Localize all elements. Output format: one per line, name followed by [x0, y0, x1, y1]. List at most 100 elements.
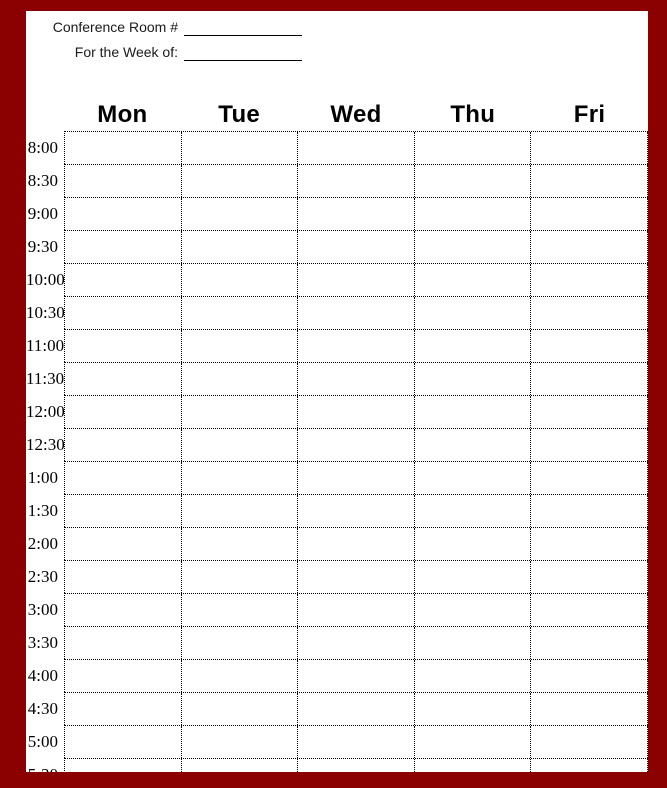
schedule-slot-mon-12-00[interactable] — [65, 396, 182, 428]
schedule-slot-thu-10-30[interactable] — [414, 297, 532, 329]
schedule-slot-fri-8-30[interactable] — [531, 165, 648, 197]
schedule-row: 11:30 — [26, 362, 648, 395]
schedule-slot-wed-2-30[interactable] — [298, 561, 415, 593]
schedule-slot-fri-11-30[interactable] — [531, 363, 648, 395]
schedule-slot-fri-11-00[interactable] — [531, 330, 648, 362]
schedule-slot-wed-12-00[interactable] — [298, 396, 415, 428]
schedule-slot-wed-9-00[interactable] — [298, 198, 415, 230]
schedule-slot-mon-12-30[interactable] — [65, 429, 182, 461]
schedule-slot-fri-3-00[interactable] — [531, 594, 648, 626]
schedule-slot-mon-4-00[interactable] — [65, 660, 182, 692]
schedule-slot-wed-3-00[interactable] — [298, 594, 415, 626]
schedule-slot-thu-10-00[interactable] — [414, 264, 532, 296]
schedule-slot-wed-9-30[interactable] — [298, 231, 415, 263]
schedule-slot-fri-2-00[interactable] — [531, 528, 648, 560]
schedule-slot-tue-1-30[interactable] — [181, 495, 299, 527]
schedule-slot-fri-12-30[interactable] — [531, 429, 648, 461]
schedule-slot-fri-9-30[interactable] — [531, 231, 648, 263]
schedule-slot-mon-10-00[interactable] — [65, 264, 182, 296]
schedule-slot-thu-11-00[interactable] — [414, 330, 532, 362]
schedule-slot-wed-12-30[interactable] — [298, 429, 415, 461]
schedule-slot-thu-4-30[interactable] — [414, 693, 532, 725]
schedule-slot-tue-11-00[interactable] — [181, 330, 299, 362]
schedule-slot-mon-10-30[interactable] — [65, 297, 182, 329]
schedule-slot-tue-2-30[interactable] — [181, 561, 299, 593]
schedule-slot-fri-1-00[interactable] — [531, 462, 648, 494]
schedule-slot-tue-9-30[interactable] — [181, 231, 299, 263]
schedule-slot-mon-4-30[interactable] — [65, 693, 182, 725]
schedule-slot-tue-12-30[interactable] — [181, 429, 299, 461]
schedule-slot-wed-10-00[interactable] — [298, 264, 415, 296]
schedule-slot-thu-8-00[interactable] — [414, 132, 532, 164]
schedule-slot-tue-5-00[interactable] — [181, 726, 299, 758]
schedule-slot-thu-12-30[interactable] — [414, 429, 532, 461]
schedule-slot-fri-4-00[interactable] — [531, 660, 648, 692]
schedule-slot-mon-9-30[interactable] — [65, 231, 182, 263]
schedule-slot-mon-1-00[interactable] — [65, 462, 182, 494]
schedule-slot-mon-3-00[interactable] — [65, 594, 182, 626]
schedule-slot-wed-2-00[interactable] — [298, 528, 415, 560]
schedule-slot-thu-3-00[interactable] — [414, 594, 532, 626]
schedule-slot-thu-9-00[interactable] — [414, 198, 532, 230]
schedule-slot-wed-11-00[interactable] — [298, 330, 415, 362]
schedule-slot-tue-1-00[interactable] — [181, 462, 299, 494]
schedule-slot-thu-3-30[interactable] — [414, 627, 532, 659]
schedule-slot-tue-9-00[interactable] — [181, 198, 299, 230]
schedule-slot-fri-2-30[interactable] — [531, 561, 648, 593]
schedule-slot-wed-11-30[interactable] — [298, 363, 415, 395]
schedule-slot-tue-10-30[interactable] — [181, 297, 299, 329]
schedule-slot-mon-5-00[interactable] — [65, 726, 182, 758]
schedule-slot-wed-1-00[interactable] — [298, 462, 415, 494]
schedule-slot-mon-2-30[interactable] — [65, 561, 182, 593]
schedule-slot-tue-4-00[interactable] — [181, 660, 299, 692]
schedule-slot-fri-8-00[interactable] — [531, 132, 648, 164]
schedule-slot-tue-12-00[interactable] — [181, 396, 299, 428]
schedule-slot-mon-9-00[interactable] — [65, 198, 182, 230]
schedule-slot-mon-8-00[interactable] — [65, 132, 182, 164]
schedule-slot-thu-8-30[interactable] — [414, 165, 532, 197]
schedule-slot-tue-11-30[interactable] — [181, 363, 299, 395]
schedule-slot-thu-9-30[interactable] — [414, 231, 532, 263]
schedule-slot-thu-2-30[interactable] — [414, 561, 532, 593]
schedule-slot-mon-2-00[interactable] — [65, 528, 182, 560]
time-label: 8:30 — [27, 171, 58, 190]
schedule-slot-mon-11-30[interactable] — [65, 363, 182, 395]
schedule-slot-thu-4-00[interactable] — [414, 660, 532, 692]
schedule-slot-fri-10-00[interactable] — [531, 264, 648, 296]
schedule-slot-mon-1-30[interactable] — [65, 495, 182, 527]
schedule-slot-fri-3-30[interactable] — [531, 627, 648, 659]
schedule-slot-thu-5-00[interactable] — [414, 726, 532, 758]
schedule-slot-tue-4-30[interactable] — [181, 693, 299, 725]
schedule-slot-tue-10-00[interactable] — [181, 264, 299, 296]
schedule-slot-fri-9-00[interactable] — [531, 198, 648, 230]
schedule-slot-tue-2-00[interactable] — [181, 528, 299, 560]
schedule-slot-wed-10-30[interactable] — [298, 297, 415, 329]
schedule-slot-tue-8-00[interactable] — [181, 132, 299, 164]
schedule-slot-wed-5-00[interactable] — [298, 726, 415, 758]
schedule-slot-fri-12-00[interactable] — [531, 396, 648, 428]
schedule-slot-tue-3-30[interactable] — [181, 627, 299, 659]
slot-track — [64, 659, 648, 692]
schedule-slot-wed-8-00[interactable] — [298, 132, 415, 164]
schedule-slot-thu-1-00[interactable] — [414, 462, 532, 494]
schedule-slot-thu-12-00[interactable] — [414, 396, 532, 428]
schedule-slot-wed-4-30[interactable] — [298, 693, 415, 725]
schedule-slot-fri-10-30[interactable] — [531, 297, 648, 329]
schedule-slot-thu-2-00[interactable] — [414, 528, 532, 560]
schedule-slot-wed-3-30[interactable] — [298, 627, 415, 659]
week-of-input[interactable] — [184, 45, 302, 61]
schedule-slot-wed-8-30[interactable] — [298, 165, 415, 197]
conference-room-input[interactable] — [184, 20, 302, 36]
schedule-slot-tue-3-00[interactable] — [181, 594, 299, 626]
schedule-slot-tue-8-30[interactable] — [181, 165, 299, 197]
schedule-slot-fri-1-30[interactable] — [531, 495, 648, 527]
schedule-slot-thu-11-30[interactable] — [414, 363, 532, 395]
schedule-slot-fri-4-30[interactable] — [531, 693, 648, 725]
schedule-slot-mon-3-30[interactable] — [65, 627, 182, 659]
schedule-slot-wed-4-00[interactable] — [298, 660, 415, 692]
schedule-slot-wed-1-30[interactable] — [298, 495, 415, 527]
schedule-slot-fri-5-00[interactable] — [531, 726, 648, 758]
schedule-slot-mon-11-00[interactable] — [65, 330, 182, 362]
schedule-slot-mon-8-30[interactable] — [65, 165, 182, 197]
schedule-slot-thu-1-30[interactable] — [414, 495, 532, 527]
